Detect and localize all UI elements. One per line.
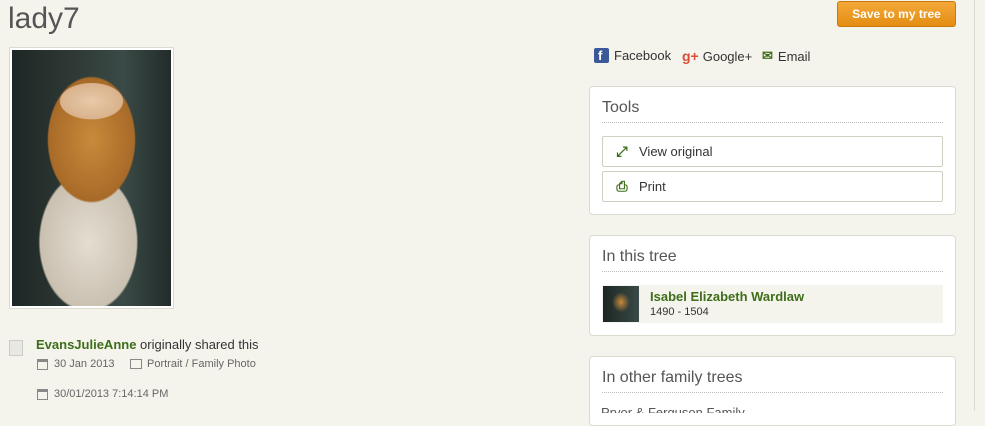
facebook-icon bbox=[594, 48, 609, 63]
other-trees-title: In other family trees bbox=[602, 369, 943, 393]
page-edge-divider bbox=[974, 0, 975, 411]
picture-icon bbox=[130, 359, 142, 369]
shared-date-text: 30 Jan 2013 bbox=[54, 358, 115, 370]
email-label: Email bbox=[777, 48, 811, 64]
expand-icon: ⤢ bbox=[616, 143, 628, 159]
googleplus-share-link[interactable]: g+ Google+ bbox=[682, 48, 752, 64]
calendar-icon bbox=[37, 358, 48, 370]
view-original-button[interactable]: ⤢ View original bbox=[602, 136, 943, 167]
facebook-label: Facebook bbox=[614, 48, 672, 63]
shared-date: 30 Jan 2013 bbox=[37, 358, 115, 370]
owner-name-link[interactable]: EvansJulieAnne bbox=[36, 337, 136, 352]
print-label: Print bbox=[639, 179, 666, 194]
tools-panel: Tools ⤢ View original ⎙ Print bbox=[589, 86, 956, 215]
in-this-tree-title: In this tree bbox=[602, 248, 943, 272]
upload-timestamp-text: 30/01/2013 7:14:14 PM bbox=[54, 388, 169, 400]
photo-category-text: Portrait / Family Photo bbox=[147, 358, 256, 370]
googleplus-icon: g+ bbox=[682, 48, 699, 64]
page-title: lady7 bbox=[8, 2, 80, 35]
upload-timestamp: 30/01/2013 7:14:14 PM bbox=[37, 388, 168, 400]
person-years: 1490 - 1504 bbox=[650, 306, 709, 318]
view-original-label: View original bbox=[639, 144, 713, 159]
print-button[interactable]: ⎙ Print bbox=[602, 171, 943, 202]
person-name[interactable]: Isabel Elizabeth Wardlaw bbox=[650, 289, 804, 305]
other-trees-panel: In other family trees bbox=[589, 356, 956, 426]
googleplus-label: Google+ bbox=[702, 48, 753, 64]
owner-line: EvansJulieAnne originally shared this bbox=[36, 337, 259, 352]
email-icon: ✉ bbox=[762, 48, 773, 63]
owner-action-text: originally shared this bbox=[136, 337, 259, 352]
other-tree-item[interactable]: Pryor & Ferguson Family Tree bbox=[601, 405, 771, 413]
person-card[interactable]: Isabel Elizabeth Wardlaw 1490 - 1504 bbox=[602, 285, 943, 323]
person-thumbnail[interactable] bbox=[603, 286, 639, 322]
save-to-tree-button[interactable]: Save to my tree bbox=[837, 1, 956, 27]
owner-avatar[interactable] bbox=[9, 340, 23, 356]
portrait-photo[interactable] bbox=[12, 50, 171, 306]
email-share-link[interactable]: ✉ Email bbox=[762, 48, 810, 64]
in-this-tree-panel: In this tree Isabel Elizabeth Wardlaw 14… bbox=[589, 235, 956, 336]
facebook-share-link[interactable]: Facebook bbox=[594, 48, 671, 63]
photo-frame[interactable] bbox=[9, 47, 174, 309]
printer-icon: ⎙ bbox=[616, 178, 628, 194]
tools-title: Tools bbox=[602, 99, 943, 123]
calendar-icon bbox=[37, 388, 48, 400]
photo-category: Portrait / Family Photo bbox=[130, 358, 256, 370]
